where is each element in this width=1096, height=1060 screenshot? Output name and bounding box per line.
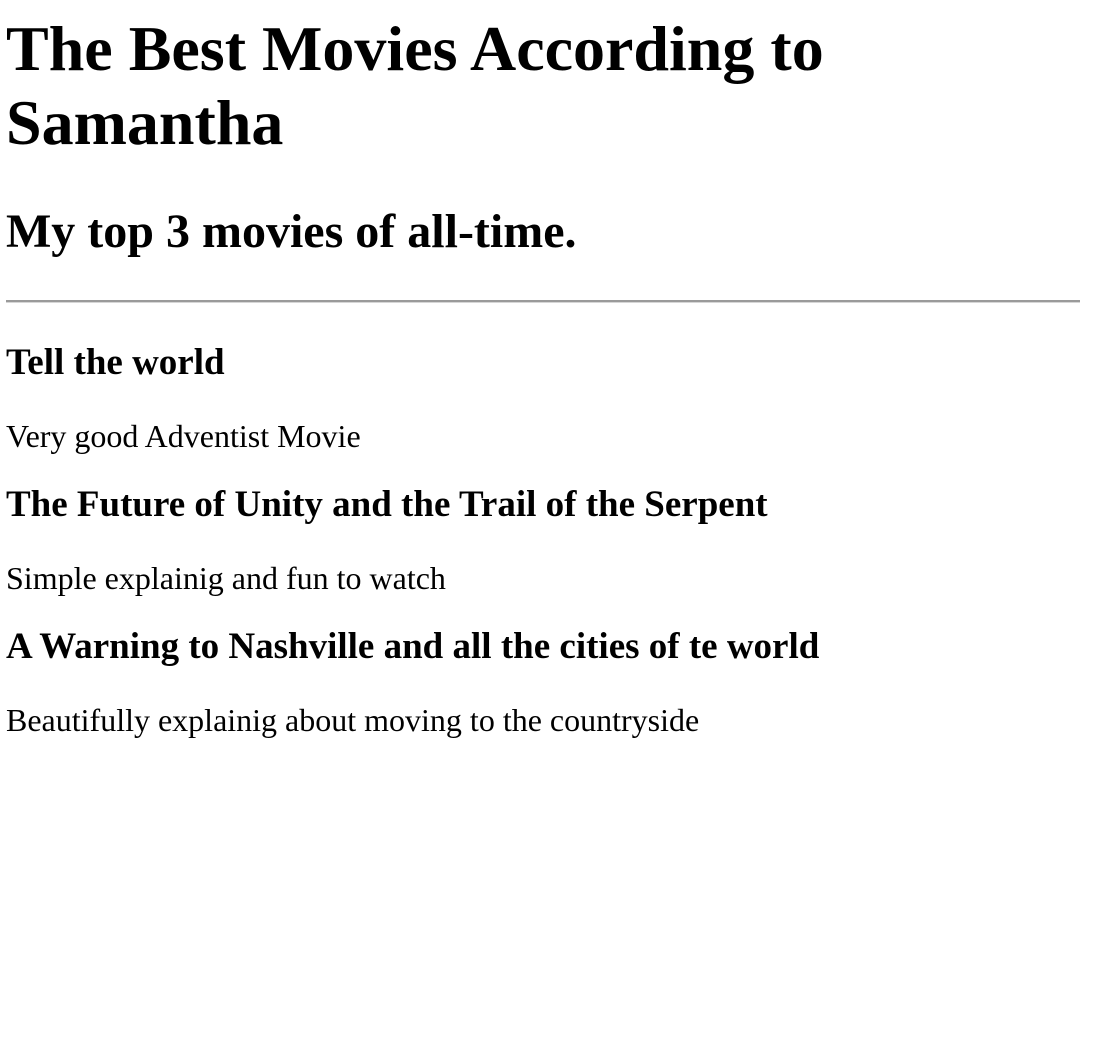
movie-title: The Future of Unity and the Trail of the… xyxy=(6,484,768,525)
movie-item-3: A Warning to Nashville and all the citie… xyxy=(6,625,1080,739)
movie-item-2: The Future of Unity and the Trail of the… xyxy=(6,483,1080,597)
movie-description: Very good Adventist Movie xyxy=(6,418,361,454)
movie-title: Tell the world xyxy=(6,342,225,383)
movie-item-1: Tell the world Very good Adventist Movie xyxy=(6,341,1080,455)
page-subtitle: My top 3 movies of all-time. xyxy=(6,205,577,258)
movie-description: Simple explainig and fun to watch xyxy=(6,560,446,596)
divider xyxy=(6,300,1080,303)
movie-description: Beautifully explainig about moving to th… xyxy=(6,702,700,738)
movie-list: Tell the world Very good Adventist Movie… xyxy=(6,341,1080,739)
movie-title: A Warning to Nashville and all the citie… xyxy=(6,626,820,667)
page-title: The Best Movies According to Samantha xyxy=(6,13,824,158)
